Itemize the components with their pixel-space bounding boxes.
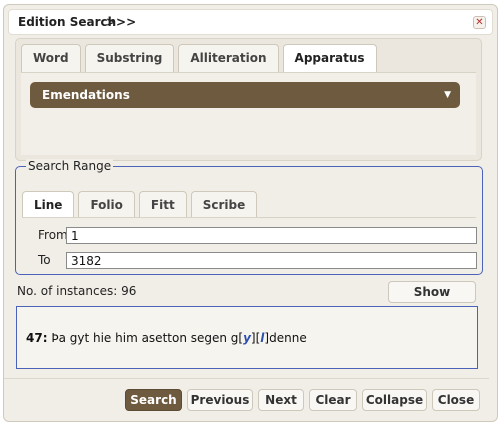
search-type-tabs: Word Substring Alliteration Apparatus — [21, 44, 377, 72]
search-range-legend: Search Range — [26, 159, 114, 173]
clear-button[interactable]: Clear — [309, 389, 357, 411]
close-x-icon[interactable]: ✕ — [473, 16, 486, 29]
search-range-fieldset: Search Range Line Folio Fitt Scribe From… — [15, 159, 483, 275]
previous-button[interactable]: Previous — [187, 389, 253, 411]
tab-line[interactable]: Line — [22, 191, 75, 218]
range-tabs: Line Folio Fitt Scribe — [22, 191, 258, 218]
tab-scribe[interactable]: Scribe — [190, 191, 258, 218]
footer-divider — [4, 378, 489, 379]
instance-count: No. of instances: 96 — [17, 284, 137, 298]
tab-substring[interactable]: Substring — [84, 44, 175, 72]
search-button[interactable]: Search — [125, 389, 182, 411]
result-text-mid: ][ — [250, 331, 261, 345]
from-input[interactable] — [66, 227, 477, 244]
result-text-before: Þa gyt hie him asetton segen g[ — [51, 331, 244, 345]
next-button[interactable]: Next — [258, 389, 304, 411]
result-text-after: ]denne — [264, 331, 307, 345]
search-type-panel: Word Substring Alliteration Apparatus Em… — [15, 38, 482, 161]
to-label: To — [38, 253, 51, 267]
result-line-number: 47: — [26, 331, 48, 345]
to-input[interactable] — [66, 252, 477, 269]
range-tab-divider — [22, 217, 476, 218]
show-results-button[interactable]: Show Results — [388, 281, 476, 319]
from-label: From — [38, 228, 68, 242]
emendation-1: y — [243, 331, 251, 345]
dialog-title: Edition Search — [18, 15, 117, 29]
apparatus-type-select[interactable]: Emendations ▼ — [30, 82, 460, 108]
tab-word[interactable]: Word — [21, 44, 81, 72]
tab-fitt[interactable]: Fitt — [138, 191, 187, 218]
result-line[interactable]: 47: Þa gyt hie him asetton segen g[y][l]… — [26, 331, 307, 345]
close-button[interactable]: Close — [432, 389, 480, 411]
apparatus-type-value: Emendations — [42, 88, 130, 102]
chevron-down-icon: ▼ — [444, 90, 451, 100]
expand-arrows[interactable]: >>> — [106, 15, 136, 29]
title-bar[interactable]: Edition Search >>> ✕ — [8, 9, 493, 35]
results-panel: 47: Þa gyt hie him asetton segen g[y][l]… — [16, 306, 478, 369]
tab-alliteration[interactable]: Alliteration — [178, 44, 279, 72]
collapse-button[interactable]: Collapse — [362, 389, 427, 411]
tab-folio[interactable]: Folio — [78, 191, 135, 218]
tab-apparatus[interactable]: Apparatus — [282, 44, 377, 72]
